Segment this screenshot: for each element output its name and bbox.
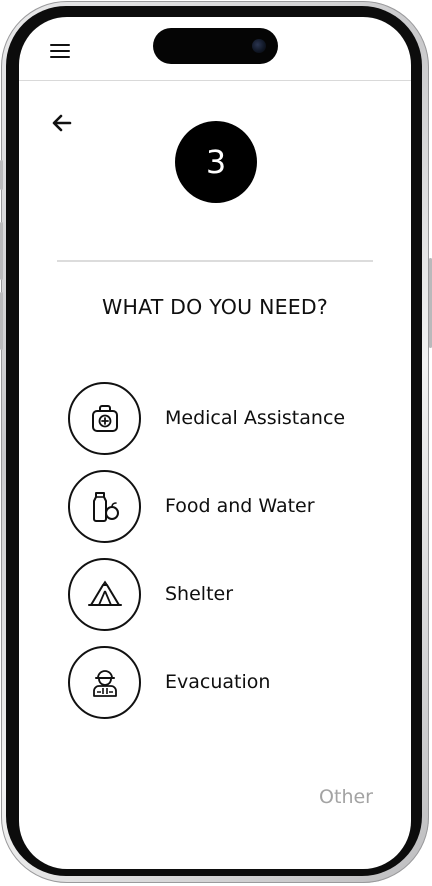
other-link[interactable]: Other — [319, 786, 373, 808]
option-icon-circle — [68, 558, 141, 631]
back-button[interactable] — [49, 111, 75, 135]
food-water-icon — [92, 491, 119, 522]
step-indicator: 3 — [175, 121, 257, 203]
option-label: Shelter — [165, 583, 234, 605]
option-medical-assistance[interactable]: Medical Assistance — [68, 382, 388, 458]
option-icon-circle — [68, 646, 141, 719]
menu-button[interactable] — [49, 41, 71, 61]
option-icon-circle — [68, 382, 141, 455]
question-heading: WHAT DO YOU NEED? — [102, 295, 328, 319]
volume-up-button — [0, 222, 3, 280]
option-label: Medical Assistance — [165, 407, 346, 429]
option-food-and-water[interactable]: Food and Water — [68, 470, 388, 546]
tent-icon — [87, 580, 122, 606]
option-shelter[interactable]: Shelter — [68, 558, 388, 634]
back-arrow-icon — [52, 114, 72, 132]
section-divider — [57, 260, 373, 262]
option-evacuation[interactable]: Evacuation — [68, 646, 388, 722]
option-label: Evacuation — [165, 671, 271, 693]
option-icon-circle — [68, 470, 141, 543]
option-label: Food and Water — [165, 495, 315, 517]
dynamic-island — [153, 28, 278, 64]
volume-down-button — [0, 292, 3, 350]
top-bar-divider — [19, 80, 411, 81]
front-camera — [252, 39, 266, 53]
medical-kit-icon — [91, 404, 118, 432]
rescuer-icon — [92, 669, 117, 697]
action-button — [0, 160, 3, 190]
app-screen: 3 WHAT DO YOU NEED? Medical Assistance F… — [19, 17, 411, 869]
